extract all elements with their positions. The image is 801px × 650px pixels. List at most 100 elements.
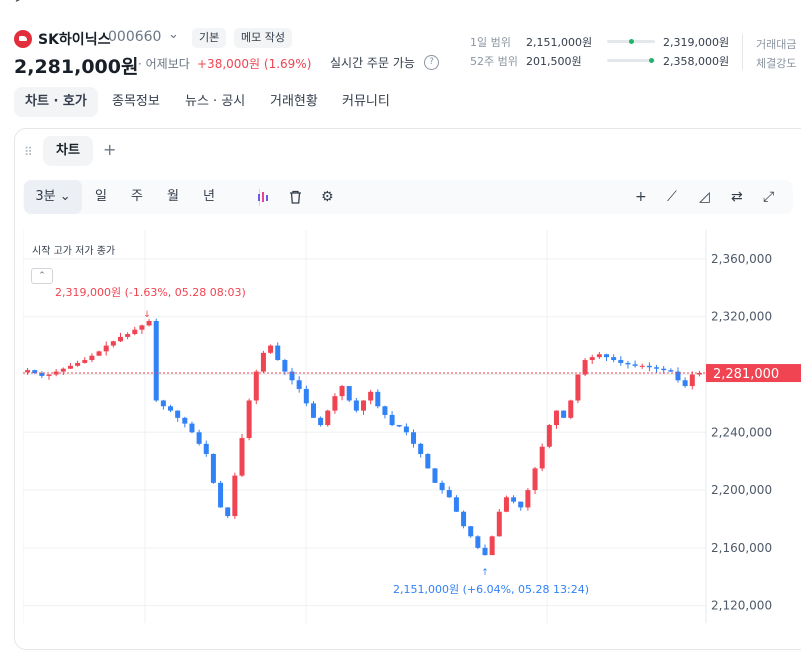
triangle-draw-icon[interactable]: ◿	[699, 180, 710, 214]
candle-body	[368, 391, 374, 401]
candle-body	[189, 423, 195, 433]
candle-body	[468, 526, 474, 537]
candle-body	[67, 365, 73, 369]
candle-body	[646, 365, 652, 368]
chart-toolbar: 3분 ⌄ 일 주 월 년 ⚙ + ⟋ ◿ ⇄ ⤢	[23, 180, 793, 214]
memo-button[interactable]: 메모 작성	[234, 28, 292, 48]
timeframe-month[interactable]: 월	[167, 180, 179, 214]
stock-header: SK하이닉스 000660 ⌄ 기본 메모 작성 2,281,000원 · 어제…	[0, 24, 801, 78]
candle-body	[411, 432, 417, 444]
range-label: 52주 범위	[470, 55, 518, 68]
candle-body	[389, 414, 395, 426]
trendline-icon[interactable]: ⟋	[667, 180, 677, 214]
candle-body	[360, 400, 367, 411]
y-tick-label: 2,360,000	[711, 252, 772, 266]
candle-body	[117, 336, 123, 342]
candle-body	[103, 345, 109, 352]
candle-body	[689, 374, 695, 387]
company-logo-icon	[14, 30, 32, 48]
range-high: 2,319,000원	[663, 36, 730, 49]
candle-body	[611, 357, 617, 361]
header-divider	[742, 34, 743, 70]
add-chart-tab-icon[interactable]: +	[103, 140, 116, 159]
candle-body	[561, 410, 567, 418]
tab-stock-info[interactable]: 종목정보	[112, 87, 160, 117]
candle-body	[96, 351, 102, 356]
candle-body	[310, 403, 316, 418]
gear-icon[interactable]: ⚙	[321, 180, 334, 214]
candle-body	[153, 321, 159, 401]
current-price: 2,281,000원	[14, 56, 139, 78]
y-tick-label: 2,200,000	[711, 483, 772, 497]
timeframe-select[interactable]: 3분 ⌄	[24, 180, 82, 214]
high-arrow-icon: ↓	[143, 310, 151, 320]
drag-handle-icon[interactable]: ⠿	[24, 145, 33, 159]
range-marker	[628, 39, 634, 44]
candle-body	[546, 425, 552, 447]
candle-body	[518, 501, 524, 508]
timeframe-day[interactable]: 일	[95, 180, 107, 214]
candle-body	[589, 357, 595, 361]
candle-body	[553, 410, 559, 426]
candle-body	[89, 355, 95, 361]
chart-tab[interactable]: 차트	[43, 136, 93, 166]
tab-trading-status[interactable]: 거래현황	[270, 87, 318, 117]
candle-body	[146, 321, 152, 326]
basic-badge-button[interactable]: 기본	[192, 28, 227, 48]
candle-body	[60, 368, 66, 372]
candle-body	[260, 352, 266, 372]
low-arrow-icon: ↑	[481, 568, 489, 578]
timeframe-year[interactable]: 년	[203, 180, 215, 214]
swap-icon[interactable]: ⇄	[731, 180, 743, 214]
timeframe-week[interactable]: 주	[131, 180, 143, 214]
candle-body	[196, 432, 202, 444]
tab-community[interactable]: 커뮤니티	[342, 87, 390, 117]
candle-body	[239, 438, 245, 476]
app-logo-icon: ➤	[14, 0, 26, 6]
range-low: 201,500원	[526, 55, 582, 68]
y-tick-label: 2,120,000	[711, 599, 772, 613]
candle-body	[353, 400, 359, 411]
candle-body	[182, 417, 188, 424]
candle-body	[25, 370, 31, 373]
candle-body	[496, 511, 502, 537]
expand-icon[interactable]: ⤢	[763, 180, 774, 214]
chevron-down-icon[interactable]: ⌄	[168, 27, 179, 42]
tab-news[interactable]: 뉴스 · 공시	[185, 87, 245, 117]
candle-body	[682, 380, 688, 387]
execution-strength-label: 체결강도	[756, 57, 797, 70]
stock-name: SK하이닉스	[38, 32, 111, 48]
range-bar	[607, 39, 655, 44]
candle-body	[418, 443, 424, 454]
candle-body	[275, 345, 281, 361]
candle-body	[453, 497, 459, 512]
candle-body	[539, 446, 545, 469]
candle-body	[82, 360, 88, 363]
candle-body	[139, 325, 145, 330]
range-low: 2,151,000원	[526, 36, 593, 49]
candle-body	[46, 374, 52, 376]
candle-body	[203, 443, 209, 454]
candle-body	[532, 468, 538, 491]
compare-label: · 어제보다	[138, 57, 190, 71]
indicator-icon[interactable]	[257, 180, 271, 214]
candle-body	[282, 360, 288, 372]
candle-body	[339, 386, 345, 397]
candle-body	[403, 426, 409, 433]
candle-body	[432, 468, 438, 483]
candle-body	[625, 362, 631, 365]
candle-body	[489, 536, 495, 556]
year-range-row: 52주 범위 201,500원 2,358,000원	[470, 53, 750, 69]
candle-body	[482, 547, 488, 556]
help-icon[interactable]: ?	[424, 55, 439, 70]
candlestick-chart[interactable]: 2,360,0002,320,0002,280,0002,240,0002,20…	[23, 230, 801, 623]
candle-body	[668, 370, 674, 372]
tab-chart-orderbook[interactable]: 차트 · 호가	[14, 87, 98, 117]
trash-icon[interactable]	[289, 180, 302, 214]
candle-body	[604, 354, 610, 358]
crosshair-icon[interactable]: +	[635, 180, 647, 214]
candle-body	[175, 410, 181, 418]
candle-body	[618, 360, 624, 363]
candle-body	[218, 482, 224, 508]
candle-body	[296, 380, 302, 389]
